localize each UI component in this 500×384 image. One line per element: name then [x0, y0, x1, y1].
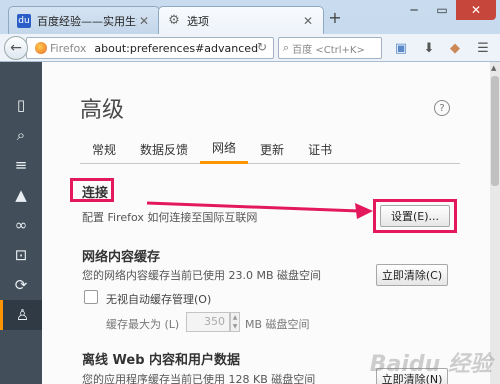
- wizard-hat-icon: ♙: [15, 306, 30, 324]
- reload-icon[interactable]: ↻: [257, 40, 267, 54]
- menu-icon[interactable]: ☰: [474, 39, 492, 57]
- connection-settings-button[interactable]: 设置(E)...: [380, 205, 450, 227]
- tab-general[interactable]: 常规: [80, 134, 128, 164]
- sidebar-item-search[interactable]: ⌕: [0, 120, 42, 150]
- override-cache-label: 无视自动缓存管理(O): [106, 293, 212, 306]
- addon-icon[interactable]: ◆: [446, 39, 464, 57]
- tab-label: 选项: [187, 14, 209, 28]
- browser-window: du 百度经验——实用生活指南 ✕ ⚙ 选项 ✕ + ─ ▭ ✕ Firefox…: [0, 0, 500, 384]
- cache-limit-field[interactable]: 350: [186, 312, 230, 332]
- lock-icon: ⊡: [14, 246, 28, 264]
- cache-limit-unit: MB 磁盘空间: [245, 318, 310, 331]
- tab-strip: du 百度经验——实用生活指南 ✕ ⚙ 选项 ✕ + ─ ▭ ✕: [0, 0, 500, 34]
- maximize-button[interactable]: ▭: [428, 0, 456, 20]
- tab-baidu[interactable]: du 百度经验——实用生活指南 ✕: [8, 6, 160, 34]
- search-placeholder: 百度 <Ctrl+K>: [292, 44, 365, 56]
- cache-limit-stepper[interactable]: ▲ ▼: [230, 312, 240, 332]
- new-tab-button[interactable]: +: [327, 10, 343, 26]
- sync-icon: ⟳: [14, 276, 28, 294]
- window-controls: ─ ▭ ✕: [400, 0, 496, 20]
- sidebar-item-sync[interactable]: ⟳: [0, 270, 42, 300]
- sidebar-item-security[interactable]: ⊡: [0, 240, 42, 270]
- baidu-icon: du: [17, 13, 31, 28]
- sidebar-item-rocket[interactable]: ▲: [0, 180, 42, 210]
- watermark: Baidu 经验: [369, 352, 492, 377]
- search-icon: ⌕: [16, 126, 26, 144]
- sidebar-item-news[interactable]: ▯: [0, 90, 42, 120]
- page-icon: ▯: [16, 96, 26, 114]
- sidebar-item-notes[interactable]: ≡: [0, 150, 42, 180]
- tab-certificates[interactable]: 证书: [296, 134, 344, 164]
- firefox-icon: [35, 42, 47, 54]
- rocket-icon: ▲: [15, 186, 27, 204]
- identity-label: Firefox: [50, 41, 87, 55]
- cache-heading: 网络内容缓存: [82, 250, 161, 265]
- close-icon[interactable]: ✕: [137, 14, 151, 28]
- search-input[interactable]: ⌕ 百度 <Ctrl+K>: [278, 37, 382, 59]
- override-cache-checkbox[interactable]: [84, 290, 98, 304]
- navigation-bar: Firefox about:preferences#advanced ↻ ← ⌕…: [0, 34, 500, 62]
- page-title: 高级: [80, 98, 125, 123]
- gear-icon: ⚙: [168, 13, 180, 28]
- preferences-tabs: 常规 数据反馈 网络 更新 证书: [80, 134, 460, 164]
- url-text: about:preferences#advanced: [94, 41, 259, 55]
- offline-usage: 您的应用程序缓存当前已使用 128 KB 磁盘空间: [82, 373, 316, 384]
- sidebar-item-privacy[interactable]: ∞: [0, 210, 42, 240]
- annotation-arrow: [146, 201, 373, 219]
- cache-usage: 您的网络内容缓存当前已使用 23.0 MB 磁盘空间: [82, 269, 322, 282]
- minimize-button[interactable]: ─: [400, 0, 428, 20]
- scrollbar[interactable]: ▲: [490, 62, 500, 384]
- document-icon: ≡: [14, 156, 28, 174]
- search-icon: ⌕: [283, 41, 290, 54]
- cache-limit-label: 缓存最大为 (L): [106, 318, 180, 331]
- sidebar-item-advanced[interactable]: ♙: [0, 300, 42, 330]
- help-icon[interactable]: ?: [434, 100, 450, 116]
- tab-label: 百度经验——实用生活指南: [37, 14, 137, 28]
- preferences-content: 高级 ? 常规 数据反馈 网络 更新 证书 连接 配置 Firefox 如何连接…: [42, 62, 490, 384]
- connection-heading: 连接: [82, 186, 109, 201]
- url-bar[interactable]: Firefox about:preferences#advanced ↻: [26, 37, 274, 59]
- tab-update[interactable]: 更新: [248, 134, 296, 164]
- scroll-thumb[interactable]: [491, 76, 499, 186]
- reading-list-icon[interactable]: ▣: [392, 39, 410, 57]
- tab-options[interactable]: ⚙ 选项 ✕: [158, 6, 324, 34]
- sidebar: ▯ ⌕ ≡ ▲ ∞ ⊡ ⟳ ♙: [0, 62, 42, 384]
- clear-cache-button[interactable]: 立即清除(C): [376, 264, 448, 286]
- tab-data-choices[interactable]: 数据反馈: [128, 134, 200, 164]
- tab-network[interactable]: 网络: [200, 134, 249, 164]
- offline-heading: 离线 Web 内容和用户数据: [82, 353, 241, 368]
- download-icon[interactable]: ⬇: [420, 39, 438, 57]
- window-close-button[interactable]: ✕: [456, 0, 496, 20]
- mask-icon: ∞: [14, 216, 28, 234]
- close-icon[interactable]: ✕: [301, 14, 315, 28]
- scroll-up-icon[interactable]: ▲: [491, 64, 496, 72]
- back-button[interactable]: ←: [4, 36, 28, 60]
